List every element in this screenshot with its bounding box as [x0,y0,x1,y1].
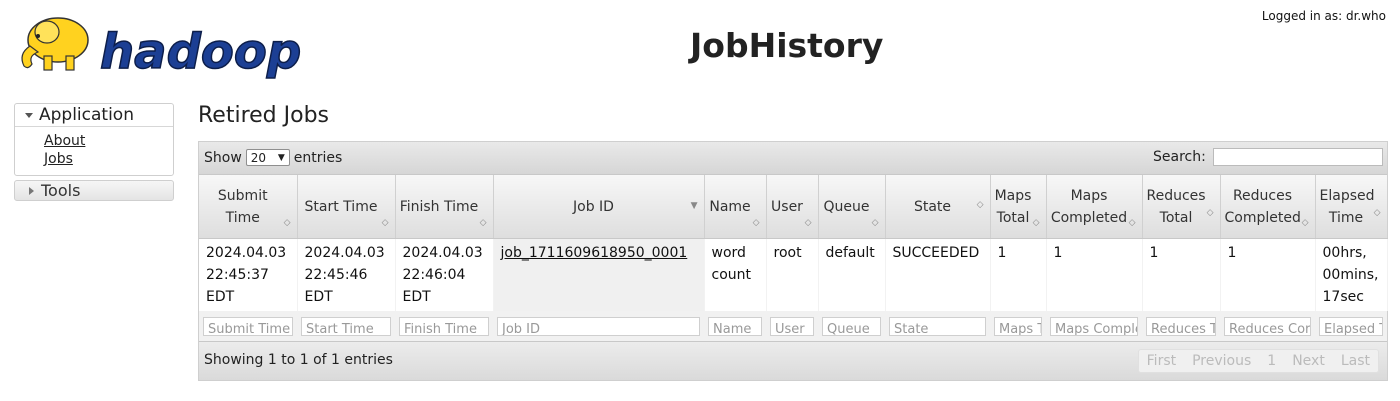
column-header-user[interactable]: User ◇ [766,175,819,239]
filter-user-input[interactable]: User [770,316,814,336]
job-id-link[interactable]: job_1711609618950_0001 [501,245,688,261]
filter-name-input[interactable]: Name [708,316,762,336]
sidebar-link-about[interactable]: About [44,132,173,150]
column-header-submit-time[interactable]: Submit Time ◇ [199,175,298,239]
sidebar-tools-header[interactable]: Tools [14,180,174,201]
sort-icon: ◇ [1128,218,1136,228]
show-label: Show [204,149,242,166]
pager-last-button[interactable]: Last [1333,350,1378,372]
sort-icon: ◇ [479,218,487,228]
pager-previous-button[interactable]: Previous [1184,350,1259,372]
filter-row: Submit Time Start Time Finish Time Job I… [199,311,1387,341]
entries-label: entries [293,149,343,166]
filter-reduces-completed-input[interactable]: Reduces Cor [1224,316,1311,336]
sort-icon: ◇ [871,218,879,228]
filter-submit-time-input[interactable]: Submit Time [203,316,293,336]
column-header-elapsed-time[interactable]: Elapsed Time ◇ [1315,175,1388,239]
jobs-table-panel: Show 20 ▼ entries Search: Submit Time ◇ S… [198,141,1388,381]
sort-icon: ◇ [381,218,389,228]
sidebar-application-header[interactable]: Application [15,104,173,127]
filter-maps-completed-input[interactable]: Maps Comple [1050,316,1138,336]
cell-job-id: job_1711609618950_0001 [493,238,705,311]
sort-desc-icon: ▼ [690,201,698,211]
filter-maps-total-input[interactable]: Maps T [994,316,1042,336]
column-header-maps-total[interactable]: Maps Total ◇ [990,175,1047,239]
filter-job-id-input[interactable]: Job ID [497,316,700,336]
sort-icon: ◇ [1032,218,1040,228]
sort-icon: ◇ [1301,218,1309,228]
triangle-down-icon [25,112,33,118]
sort-icon: ◇ [752,218,760,228]
sort-icon: ◇ [1373,208,1381,218]
search-input[interactable] [1213,148,1383,166]
search-label: Search: [1153,149,1206,165]
sidebar-tools-label: Tools [41,181,81,200]
sidebar-application-panel: Application About Jobs [14,103,174,176]
cell-maps-total: 1 [990,238,1047,311]
cell-start-time: 2024.04.03 22:45:46 EDT [297,238,396,311]
column-header-queue[interactable]: Queue ◇ [818,175,886,239]
filter-elapsed-input[interactable]: Elapsed T [1319,316,1383,336]
column-header-finish-time[interactable]: Finish Time ◇ [395,175,494,239]
table-row: 2024.04.03 22:45:37 EDT 2024.04.03 22:45… [199,238,1388,311]
sort-icon: ◇ [1206,208,1214,218]
section-title: Retired Jobs [198,103,330,128]
triangle-right-icon [29,186,34,195]
cell-state: SUCCEEDED [885,238,991,311]
filter-start-time-input[interactable]: Start Time [301,316,391,336]
sort-icon: ◇ [976,200,984,210]
column-header-reduces-completed[interactable]: Reduces Completed ◇ [1220,175,1316,239]
column-header-state[interactable]: State ◇ [885,175,991,239]
pager-next-button[interactable]: Next [1284,350,1333,372]
pagination-info: Showing 1 to 1 of 1 entries [204,352,393,368]
column-header-reduces-total[interactable]: Reduces Total ◇ [1142,175,1221,239]
cell-maps-completed: 1 [1046,238,1143,311]
page-size-control: Show 20 ▼ entries [204,149,342,166]
filter-reduces-total-input[interactable]: Reduces T [1146,316,1216,336]
filter-queue-input[interactable]: Queue [822,316,881,336]
sidebar-application-label: Application [39,105,134,125]
sidebar-link-jobs[interactable]: Jobs [44,150,173,168]
page-title: JobHistory [690,26,884,65]
cell-submit-time: 2024.04.03 22:45:37 EDT [199,238,298,311]
svg-text:hadoop: hadoop [100,24,301,80]
cell-queue: default [818,238,886,311]
cell-user: root [766,238,819,311]
cell-reduces-completed: 1 [1220,238,1316,311]
hadoop-logo: hadoop [14,6,324,82]
login-status: Logged in as: dr.who [1261,9,1386,23]
column-header-job-id[interactable]: Job ID ▼ [493,175,705,239]
pager-page-1-button[interactable]: 1 [1259,350,1284,372]
cell-reduces-total: 1 [1142,238,1221,311]
sort-icon: ◇ [283,218,291,228]
page-size-select[interactable]: 20 ▼ [245,149,290,166]
cell-elapsed: 00hrs, 00mins, 17sec [1315,238,1388,311]
column-header-maps-completed[interactable]: Maps Completed ◇ [1046,175,1143,239]
elephant-icon [21,17,89,71]
chevron-down-icon: ▼ [277,152,285,163]
table-footer: Showing 1 to 1 of 1 entries First Previo… [199,341,1387,380]
pager-first-button[interactable]: First [1139,350,1184,372]
cell-name: word count [704,238,767,311]
filter-finish-time-input[interactable]: Finish Time [399,316,489,336]
sort-icon: ◇ [804,218,812,228]
filter-state-input[interactable]: State [889,316,986,336]
pagination: First Previous 1 Next Last [1137,349,1379,373]
jobs-table: Submit Time ◇ Start Time ◇ Finish Time ◇ Jo… [199,175,1388,341]
column-header-start-time[interactable]: Start Time ◇ [297,175,396,239]
column-header-name[interactable]: Name ◇ [704,175,767,239]
table-toolbar: Show 20 ▼ entries Search: [199,142,1387,175]
cell-finish-time: 2024.04.03 22:46:04 EDT [395,238,494,311]
